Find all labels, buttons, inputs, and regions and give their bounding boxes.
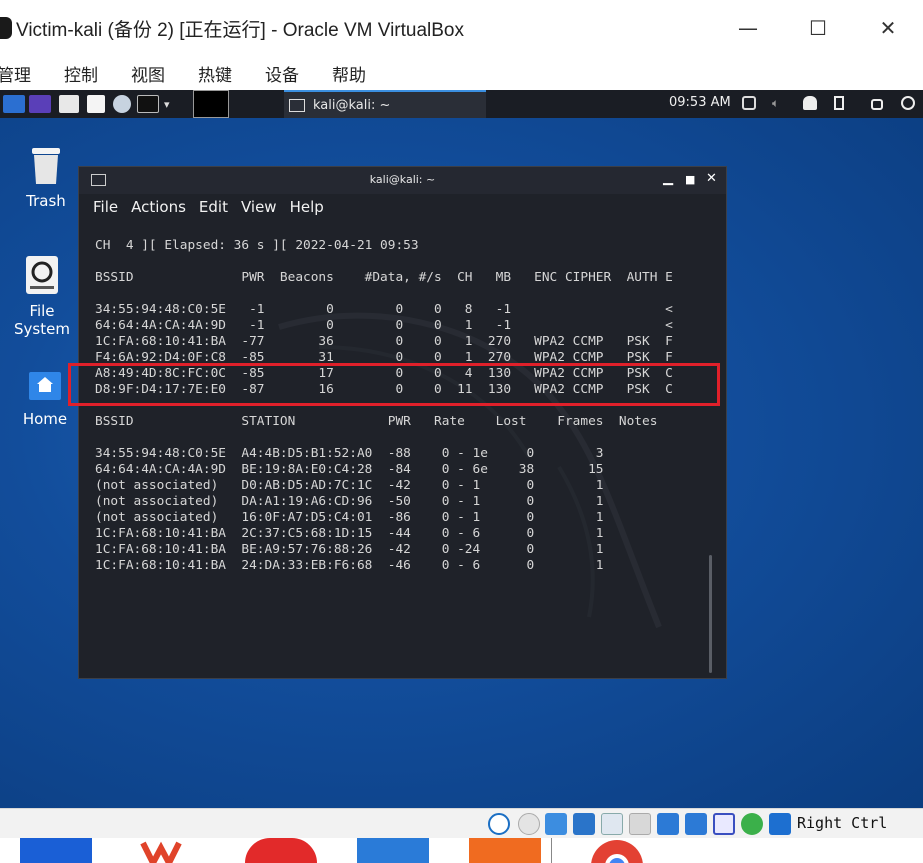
terminal-title: kali@kali: ~ bbox=[369, 173, 436, 186]
screen: Victim-kali (备份 2) [正在运行] - Oracle VM Vi… bbox=[0, 0, 923, 863]
vbox-menu-bar: 管理 控制 视图 热键 设备 帮助 bbox=[0, 56, 923, 90]
volume-icon[interactable]: 🔈︎ bbox=[772, 96, 786, 110]
optical-drive-icon[interactable] bbox=[518, 813, 540, 835]
terminal-maximize-button[interactable]: ■ bbox=[685, 173, 695, 186]
screen-icon[interactable] bbox=[742, 96, 756, 110]
panel-clock[interactable]: 09:53 AM bbox=[669, 95, 731, 110]
taskbar-terminal-label: kali@kali: ~ bbox=[313, 97, 391, 113]
terminal-menu-view[interactable]: View bbox=[241, 198, 277, 216]
desktop-icon-label: File System bbox=[14, 302, 70, 338]
menu-manage[interactable]: 管理 bbox=[0, 61, 31, 86]
terminal-menu-file[interactable]: File bbox=[93, 198, 118, 216]
desktop-icon-label: Trash bbox=[26, 192, 66, 210]
taskbar-divider bbox=[551, 838, 552, 863]
output-line: BSSID PWR Beacons #Data, #/s CH MB ENC C… bbox=[95, 270, 673, 285]
vbox-app-icon bbox=[0, 17, 12, 39]
host-app-icon[interactable] bbox=[469, 838, 541, 863]
output-line: 1C:FA:68:10:41:BA -77 36 0 0 1 270 WPA2 … bbox=[95, 334, 673, 349]
menu-view[interactable]: 视图 bbox=[131, 61, 165, 86]
host-taskbar bbox=[0, 838, 923, 863]
kali-menu-icon[interactable] bbox=[3, 95, 25, 113]
notification-bell-icon[interactable] bbox=[803, 96, 817, 110]
vbox-title-bar: Victim-kali (备份 2) [正在运行] - Oracle VM Vi… bbox=[0, 0, 923, 56]
terminal-menu-edit[interactable]: Edit bbox=[199, 198, 228, 216]
display-icon[interactable] bbox=[657, 813, 679, 835]
shared-folders-icon[interactable] bbox=[629, 813, 651, 835]
terminal-title-bar: kali@kali: ~ ▁ ■ ✕ bbox=[79, 167, 726, 194]
output-line: 34:55:94:48:C0:5E -1 0 0 0 8 -1 < bbox=[95, 302, 673, 317]
audio-icon[interactable] bbox=[545, 813, 567, 835]
output-line: 1C:FA:68:10:41:BA 2C:37:C5:68:1D:15 -44 … bbox=[95, 526, 604, 541]
maximize-button[interactable]: ☐ bbox=[783, 0, 853, 56]
virtualization-icon[interactable] bbox=[713, 813, 735, 835]
menu-devices[interactable]: 设备 bbox=[265, 61, 299, 86]
desktop-icon-file-system[interactable]: File System bbox=[2, 254, 82, 338]
keyboard-capture-icon[interactable] bbox=[769, 813, 791, 835]
output-line: 64:64:4A:CA:4A:9D BE:19:8A:E0:C4:28 -84 … bbox=[95, 462, 604, 477]
output-line: (not associated) DA:A1:19:A6:CD:96 -50 0… bbox=[95, 494, 604, 509]
highlight-box bbox=[68, 363, 720, 406]
workspace-switcher-icon[interactable] bbox=[192, 90, 229, 118]
mouse-integration-icon[interactable] bbox=[741, 813, 763, 835]
network-icon[interactable] bbox=[573, 813, 595, 835]
chevron-down-icon[interactable]: ▾ bbox=[164, 98, 170, 111]
kali-top-panel: ▾ kali@kali: ~ 09:53 AM 🔈︎ bbox=[0, 90, 923, 118]
text-editor-icon[interactable] bbox=[87, 95, 105, 113]
chrome-icon[interactable] bbox=[581, 838, 653, 863]
terminal-minimize-button[interactable]: ▁ bbox=[663, 171, 673, 186]
power-icon[interactable] bbox=[901, 96, 915, 110]
recording-icon[interactable] bbox=[685, 813, 707, 835]
output-line: 64:64:4A:CA:4A:9D -1 0 0 0 1 -1 < bbox=[95, 318, 673, 333]
home-folder-icon bbox=[27, 368, 63, 404]
output-line: (not associated) 16:0F:A7:D5:C4:01 -86 0… bbox=[95, 510, 604, 525]
terminal-window: kali@kali: ~ ▁ ■ ✕ File Actions Edit Vie… bbox=[78, 166, 727, 679]
terminal-icon bbox=[289, 98, 305, 112]
host-key-label: Right Ctrl bbox=[797, 814, 888, 832]
file-manager-icon[interactable] bbox=[59, 95, 79, 113]
host-app-icon[interactable] bbox=[357, 838, 429, 863]
terminal-menu-help[interactable]: Help bbox=[290, 198, 324, 216]
close-button[interactable]: ✕ bbox=[853, 0, 923, 56]
minimize-button[interactable]: — bbox=[713, 0, 783, 56]
terminal-output[interactable]: CH 4 ][ Elapsed: 36 s ][ 2022-04-21 09:5… bbox=[95, 238, 710, 674]
menu-help[interactable]: 帮助 bbox=[332, 61, 366, 86]
host-app-icon[interactable] bbox=[20, 838, 92, 863]
taskbar-terminal-button[interactable]: kali@kali: ~ bbox=[284, 90, 486, 118]
lock-icon[interactable] bbox=[871, 99, 883, 110]
host-app-icon[interactable] bbox=[133, 838, 205, 863]
output-line: 1C:FA:68:10:41:BA BE:A9:57:76:88:26 -42 … bbox=[95, 542, 604, 557]
browser-icon[interactable] bbox=[113, 95, 131, 113]
window-title: Victim-kali (备份 2) [正在运行] - Oracle VM Vi… bbox=[16, 19, 464, 41]
output-line: (not associated) D0:AB:D5:AD:7C:1C -42 0… bbox=[95, 478, 604, 493]
show-desktop-icon[interactable] bbox=[29, 95, 51, 113]
hard-disk-icon[interactable] bbox=[488, 813, 510, 835]
output-line: 34:55:94:48:C0:5E A4:4B:D5:B1:52:A0 -88 … bbox=[95, 446, 604, 461]
usb-icon[interactable] bbox=[601, 813, 623, 835]
vbox-status-bar: Right Ctrl bbox=[0, 808, 923, 838]
terminal-close-button[interactable]: ✕ bbox=[706, 171, 717, 186]
menu-control[interactable]: 控制 bbox=[64, 61, 98, 86]
trash-icon bbox=[28, 144, 64, 186]
output-line: 1C:FA:68:10:41:BA 24:DA:33:EB:F6:68 -46 … bbox=[95, 558, 604, 573]
terminal-scrollbar[interactable] bbox=[709, 555, 712, 673]
window-controls: — ☐ ✕ bbox=[713, 0, 923, 56]
host-app-icon[interactable] bbox=[245, 838, 317, 863]
terminal-menu-actions[interactable]: Actions bbox=[131, 198, 186, 216]
output-line: BSSID STATION PWR Rate Lost Frames Notes bbox=[95, 414, 658, 429]
menu-hotkeys[interactable]: 热键 bbox=[198, 61, 232, 86]
drive-icon bbox=[24, 254, 60, 296]
desktop-icon-trash[interactable]: Trash bbox=[6, 144, 86, 210]
output-line: CH 4 ][ Elapsed: 36 s ][ 2022-04-21 09:5… bbox=[95, 238, 419, 253]
desktop-icon-label: Home bbox=[22, 410, 68, 428]
terminal-launcher-icon[interactable] bbox=[137, 95, 159, 113]
terminal-menu-bar: File Actions Edit View Help bbox=[79, 194, 726, 220]
battery-icon[interactable] bbox=[834, 96, 844, 110]
